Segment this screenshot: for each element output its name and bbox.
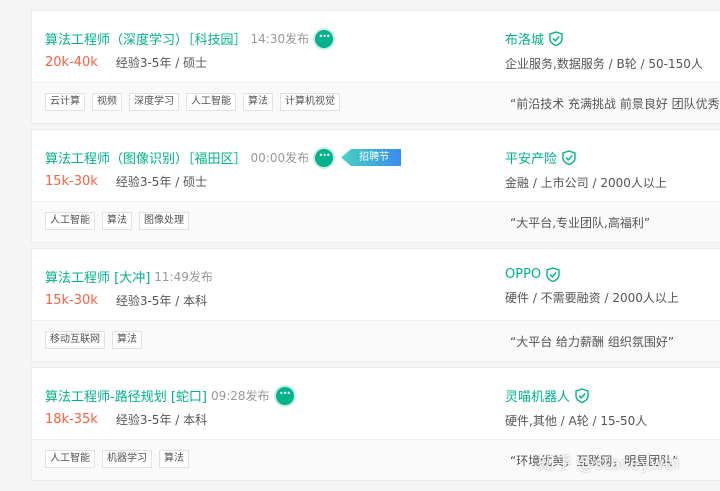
company-block: OPPO 硬件 / 不需要融资 / 2000人以上: [505, 267, 679, 306]
salary-row: 15k-30k 经验3-5年 / 硕士: [45, 173, 207, 190]
company-name-link[interactable]: 平安产险: [505, 148, 557, 167]
job-title-link[interactable]: 算法工程师（图像识别）［福田区］: [45, 148, 247, 167]
tag[interactable]: 算法: [243, 93, 273, 111]
tag[interactable]: 算法: [159, 450, 189, 468]
job-card-footer: 云计算 视频 深度学习 人工智能 算法 计算机视觉 “前沿技术 充满挑战 前景良…: [32, 82, 720, 123]
chat-icon[interactable]: [315, 148, 334, 167]
job-title-link[interactable]: 算法工程师-路径规划 [蛇口]: [45, 386, 207, 405]
company-name-link[interactable]: 灵喵机器人: [505, 386, 570, 405]
company-block: 平安产险 金融 / 上市公司 / 2000人以上: [505, 148, 667, 191]
tag[interactable]: 移动互联网: [45, 331, 105, 349]
company-name-link[interactable]: OPPO: [505, 267, 541, 282]
watermark: 知乎 @staceywei: [538, 454, 680, 474]
chat-icon[interactable]: [275, 386, 294, 405]
tag-list: 移动互联网 算法: [45, 331, 149, 349]
company-slogan: “大平台,专业团队,高福利”: [510, 216, 651, 230]
job-title-row: 算法工程师 [大冲] 11:49发布: [45, 267, 213, 286]
company-info: 硬件,其他 / A轮 / 15-50人: [505, 414, 648, 428]
publish-time: 11:49发布: [154, 270, 213, 284]
tag[interactable]: 视频: [92, 93, 122, 111]
company-info: 金融 / 上市公司 / 2000人以上: [505, 176, 667, 190]
publish-time: 00:00发布: [250, 151, 310, 165]
verified-shield-icon: [549, 31, 563, 46]
job-requirements: 经验3-5年 / 硕士: [115, 175, 208, 189]
job-card[interactable]: 算法工程师（深度学习）［科技园］ 14:30发布 20k-40k 经验3-5年 …: [31, 10, 720, 124]
company-block: 布洛城 企业服务,数据服务 / B轮 / 50-150人: [505, 29, 703, 72]
publish-time: 09:28发布: [210, 389, 270, 403]
verified-shield-icon: [546, 267, 560, 282]
job-card-header: 算法工程师（深度学习）［科技园］ 14:30发布 20k-40k 经验3-5年 …: [32, 11, 720, 82]
company-name-link[interactable]: 布洛城: [505, 29, 544, 48]
job-title-row: 算法工程师（图像识别）［福田区］ 00:00发布 招聘节: [45, 148, 402, 167]
tag[interactable]: 计算机视觉: [280, 93, 340, 111]
job-requirements: 经验3-5年 / 硕士: [115, 56, 208, 70]
salary-row: 18k-35k 经验3-5年 / 本科: [45, 411, 207, 428]
job-card[interactable]: 算法工程师 [大冲] 11:49发布 15k-30k 经验3-5年 / 本科 O…: [31, 248, 720, 362]
job-title-row: 算法工程师（深度学习）［科技园］ 14:30发布: [45, 29, 334, 48]
salary: 18k-35k: [45, 412, 98, 427]
tag[interactable]: 云计算: [45, 93, 85, 111]
tag-list: 云计算 视频 深度学习 人工智能 算法 计算机视觉: [45, 93, 347, 111]
job-card-header: 算法工程师（图像识别）［福田区］ 00:00发布 招聘节 15k-30k 经验3…: [32, 130, 720, 201]
salary: 15k-30k: [45, 293, 98, 308]
promo-badge: 招聘节: [341, 149, 402, 166]
tag[interactable]: 深度学习: [129, 93, 179, 111]
company-slogan: “前沿技术 充满挑战 前景良好 团队优秀”: [510, 97, 720, 111]
tag-list: 人工智能 机器学习 算法: [45, 450, 196, 468]
tag[interactable]: 图像处理: [139, 212, 189, 230]
job-title-row: 算法工程师-路径规划 [蛇口] 09:28发布: [45, 386, 294, 405]
job-card-header: 算法工程师-路径规划 [蛇口] 09:28发布 18k-35k 经验3-5年 /…: [32, 368, 720, 439]
verified-shield-icon: [575, 388, 589, 403]
job-requirements: 经验3-5年 / 本科: [115, 294, 208, 308]
chat-icon[interactable]: [315, 29, 334, 48]
job-title-link[interactable]: 算法工程师 [大冲]: [45, 267, 150, 286]
salary: 20k-40k: [45, 55, 98, 70]
company-info: 企业服务,数据服务 / B轮 / 50-150人: [505, 57, 703, 71]
tag[interactable]: 算法: [112, 331, 142, 349]
job-card-footer: 移动互联网 算法 “大平台 给力薪酬 组织氛围好”: [32, 320, 720, 361]
company-slogan: “大平台 给力薪酬 组织氛围好”: [510, 335, 675, 349]
salary: 15k-30k: [45, 174, 98, 189]
job-requirements: 经验3-5年 / 本科: [115, 413, 208, 427]
job-card[interactable]: 算法工程师（图像识别）［福田区］ 00:00发布 招聘节 15k-30k 经验3…: [31, 129, 720, 243]
tag[interactable]: 人工智能: [45, 450, 95, 468]
salary-row: 20k-40k 经验3-5年 / 硕士: [45, 54, 207, 71]
tag-list: 人工智能 算法 图像处理: [45, 212, 196, 230]
job-card-header: 算法工程师 [大冲] 11:49发布 15k-30k 经验3-5年 / 本科 O…: [32, 249, 720, 320]
salary-row: 15k-30k 经验3-5年 / 本科: [45, 292, 207, 309]
job-title-link[interactable]: 算法工程师（深度学习）［科技园］: [45, 29, 247, 48]
company-block: 灵喵机器人 硬件,其他 / A轮 / 15-50人: [505, 386, 647, 429]
company-info: 硬件 / 不需要融资 / 2000人以上: [505, 291, 679, 305]
tag[interactable]: 人工智能: [45, 212, 95, 230]
job-card-footer: 人工智能 算法 图像处理 “大平台,专业团队,高福利”: [32, 201, 720, 242]
verified-shield-icon: [562, 150, 576, 165]
publish-time: 14:30发布: [250, 32, 310, 46]
tag[interactable]: 机器学习: [102, 450, 152, 468]
tag[interactable]: 算法: [102, 212, 132, 230]
tag[interactable]: 人工智能: [186, 93, 236, 111]
